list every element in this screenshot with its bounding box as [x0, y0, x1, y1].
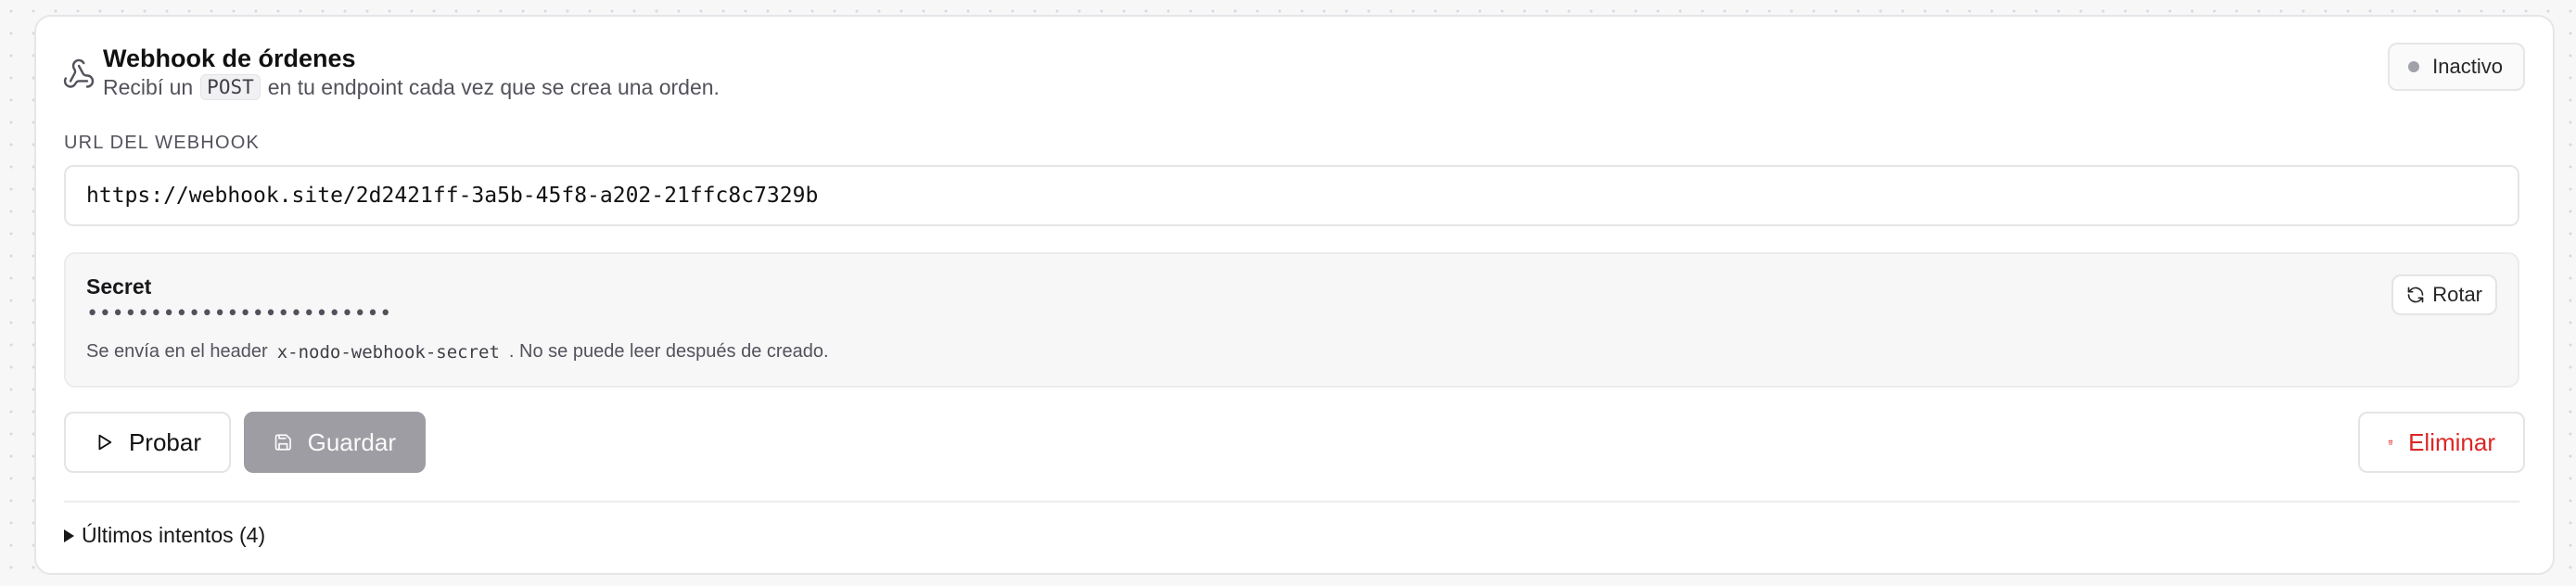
secret-label: Secret — [86, 274, 152, 299]
webhook-icon — [63, 58, 95, 88]
delete-label: Eliminar — [2408, 427, 2495, 456]
secret-hint-post: . No se puede leer después de creado. — [508, 341, 829, 362]
test-label: Probar — [128, 427, 201, 456]
save-label: Guardar — [307, 427, 396, 456]
webhook-url-input[interactable] — [64, 165, 2519, 226]
subtitle-text-pre: Recibí un — [103, 74, 194, 99]
recent-attempts-label: Últimos intentos (4) — [82, 523, 266, 547]
secret-panel: Secret •••••••••••••••••••••••• Se envía… — [64, 252, 2519, 388]
secret-hint: Se envía en el header x-nodo-webhook-sec… — [86, 341, 829, 363]
url-field-label: URL DEL WEBHOOK — [64, 133, 260, 153]
section-divider — [64, 501, 2519, 503]
save-icon — [274, 434, 291, 451]
status-label: Inactivo — [2432, 55, 2503, 78]
webhook-subtitle: Recibí un POST en tu endpoint cada vez q… — [103, 74, 720, 100]
test-button[interactable]: Probar — [64, 412, 231, 473]
subtitle-text-post: en tu endpoint cada vez que se crea una … — [267, 74, 720, 99]
secret-header-name: x-nodo-webhook-secret — [276, 341, 500, 363]
status-dot-icon — [2408, 61, 2420, 72]
recent-attempts-toggle[interactable]: Últimos intentos (4) — [64, 523, 265, 548]
webhook-title: Webhook de órdenes — [103, 45, 356, 72]
refresh-icon — [2407, 287, 2424, 303]
trash-icon — [2388, 440, 2393, 445]
status-badge: Inactivo — [2388, 43, 2525, 91]
secret-hint-pre: Se envía en el header — [86, 341, 268, 362]
delete-button[interactable]: Eliminar — [2358, 412, 2525, 473]
caret-right-icon — [64, 529, 74, 542]
secret-masked-value: •••••••••••••••••••••••• — [86, 302, 392, 325]
rotate-label: Rotar — [2432, 283, 2482, 306]
save-button[interactable]: Guardar — [244, 412, 426, 473]
play-icon — [98, 434, 112, 451]
http-method-code: POST — [200, 74, 261, 100]
rotate-secret-button[interactable]: Rotar — [2391, 274, 2497, 315]
webhook-card: Webhook de órdenes Recibí un POST en tu … — [34, 15, 2555, 575]
